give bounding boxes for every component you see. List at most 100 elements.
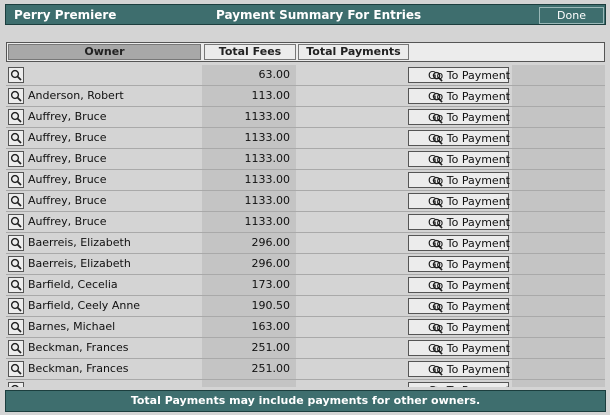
go-to-payment-button[interactable]: Go To Payment bbox=[408, 256, 510, 272]
total-fees-cell: 63.00 bbox=[202, 65, 296, 85]
inspect-button[interactable] bbox=[8, 298, 24, 314]
table-header: Owner Total Fees Total Payments bbox=[6, 42, 605, 62]
go-to-payment-button[interactable]: Go To Payment bbox=[408, 214, 510, 230]
go-to-payment-button[interactable]: Go To Payment bbox=[408, 67, 510, 83]
owner-cell: Anderson, Robert bbox=[28, 89, 124, 102]
inspect-button[interactable] bbox=[8, 172, 24, 188]
go-to-payment-label: Go To Payment bbox=[428, 174, 510, 187]
inspect-button[interactable] bbox=[8, 151, 24, 167]
fees-value: 296.00 bbox=[251, 236, 291, 249]
go-to-payment-button[interactable]: Go To Payment bbox=[408, 130, 510, 146]
fees-value: 1133.00 bbox=[244, 215, 291, 228]
row-filler bbox=[512, 212, 605, 232]
row-filler bbox=[512, 170, 605, 190]
go-to-payment-label: Go To Payment bbox=[428, 342, 510, 355]
column-header-owner[interactable]: Owner bbox=[8, 44, 201, 60]
go-to-payment-label: Go To Payment bbox=[428, 258, 510, 271]
owner-cell: Barfield, Ceely Anne bbox=[28, 299, 141, 312]
go-to-payment-button[interactable]: Go To Payment bbox=[408, 298, 510, 314]
fees-value: 1133.00 bbox=[244, 173, 291, 186]
table-row: Baerreis, Elizabeth 296.00 Go To Payment bbox=[6, 233, 605, 254]
table-row: Auffrey, Bruce 1133.00 Go To Payment bbox=[6, 149, 605, 170]
table-row: Anderson, Robert 113.00 Go To Payment bbox=[6, 86, 605, 107]
fees-value: 251.00 bbox=[251, 341, 291, 354]
row-filler bbox=[512, 380, 605, 387]
go-to-payment-button[interactable]: Go To Payment bbox=[408, 88, 510, 104]
table-row: Beckman, Frances 251.00 Go To Payment bbox=[6, 359, 605, 380]
owner-cell: Auffrey, Bruce bbox=[28, 152, 107, 165]
row-filler bbox=[512, 275, 605, 295]
table-row: Barfield, Cecelia 173.00 Go To Payment bbox=[6, 275, 605, 296]
fees-value: 113.00 bbox=[251, 89, 291, 102]
inspect-button[interactable] bbox=[8, 319, 24, 335]
table-row: Auffrey, Bruce 1133.00 Go To Payment bbox=[6, 191, 605, 212]
table-row: Baerreis, Elizabeth 296.00 Go To Payment bbox=[6, 254, 605, 275]
fees-value: 1133.00 bbox=[244, 152, 291, 165]
owner-cell: Auffrey, Bruce bbox=[28, 173, 107, 186]
go-to-payment-button[interactable]: Go To Payment bbox=[408, 193, 510, 209]
go-to-payment-button[interactable]: Go To Payment bbox=[408, 109, 510, 125]
total-fees-cell: 173.00 bbox=[202, 275, 296, 295]
footer-note: Total Payments may include payments for … bbox=[5, 390, 606, 412]
total-fees-cell: 1133.00 bbox=[202, 128, 296, 148]
total-fees-cell: 163.00 bbox=[202, 317, 296, 337]
go-to-payment-label: Go To Payment bbox=[428, 111, 510, 124]
go-to-payment-label: Go To Payment bbox=[428, 153, 510, 166]
row-filler bbox=[512, 65, 605, 85]
go-to-payment-button[interactable]: Go To Payment bbox=[408, 361, 510, 377]
fees-value: 251.00 bbox=[251, 362, 291, 375]
total-fees-cell: 1133.00 bbox=[202, 212, 296, 232]
inspect-button[interactable] bbox=[8, 361, 24, 377]
inspect-button[interactable] bbox=[8, 109, 24, 125]
total-fees-cell: 1133.00 bbox=[202, 170, 296, 190]
total-fees-cell: 190.50 bbox=[202, 296, 296, 316]
row-filler bbox=[512, 191, 605, 211]
row-filler bbox=[512, 107, 605, 127]
go-to-payment-button[interactable]: Go To Payment bbox=[408, 382, 510, 387]
entries-table[interactable]: 63.00 Go To Payment Anderson, Robert 113.00… bbox=[6, 65, 605, 387]
go-to-payment-button[interactable]: Go To Payment bbox=[408, 172, 510, 188]
go-to-payment-label: Go To Payment bbox=[428, 90, 510, 103]
total-fees-cell: 296.00 bbox=[202, 254, 296, 274]
total-fees-cell: 1133.00 bbox=[202, 107, 296, 127]
column-header-total-fees[interactable]: Total Fees bbox=[204, 44, 296, 60]
fees-value: 1133.00 bbox=[244, 194, 291, 207]
go-to-payment-button[interactable]: Go To Payment bbox=[408, 319, 510, 335]
inspect-button[interactable] bbox=[8, 382, 24, 387]
inspect-button[interactable] bbox=[8, 130, 24, 146]
go-to-payment-button[interactable]: Go To Payment bbox=[408, 235, 510, 251]
inspect-button[interactable] bbox=[8, 277, 24, 293]
go-to-payment-label: Go To Payment bbox=[428, 237, 510, 250]
table-row: Auffrey, Bruce 1133.00 Go To Payment bbox=[6, 107, 605, 128]
go-to-payment-label: Go To Payment bbox=[428, 384, 510, 387]
total-fees-cell: 251.00 bbox=[202, 338, 296, 358]
go-to-payment-label: Go To Payment bbox=[428, 321, 510, 334]
row-filler bbox=[512, 86, 605, 106]
row-filler bbox=[512, 128, 605, 148]
inspect-button[interactable] bbox=[8, 235, 24, 251]
owner-cell: Beckman, Frances bbox=[28, 362, 129, 375]
total-fees-cell: 1133.00 bbox=[202, 149, 296, 169]
row-filler bbox=[512, 359, 605, 379]
owner-cell: Auffrey, Bruce bbox=[28, 215, 107, 228]
total-fees-cell: 251.00 bbox=[202, 359, 296, 379]
table-row: Auffrey, Bruce 1133.00 Go To Payment bbox=[6, 212, 605, 233]
owner-cell: Auffrey, Bruce bbox=[28, 131, 107, 144]
table-row: Barfield, Ceely Anne 190.50 Go To Payment bbox=[6, 296, 605, 317]
app-title: Perry Premiere bbox=[14, 8, 117, 22]
inspect-button[interactable] bbox=[8, 214, 24, 230]
inspect-button[interactable] bbox=[8, 256, 24, 272]
fees-value: 173.00 bbox=[251, 278, 291, 291]
fees-value: 296.00 bbox=[251, 257, 291, 270]
go-to-payment-button[interactable]: Go To Payment bbox=[408, 277, 510, 293]
go-to-payment-button[interactable]: Go To Payment bbox=[408, 340, 510, 356]
table-row: 63.00 Go To Payment bbox=[6, 65, 605, 86]
inspect-button[interactable] bbox=[8, 340, 24, 356]
inspect-button[interactable] bbox=[8, 193, 24, 209]
column-header-total-payments[interactable]: Total Payments bbox=[298, 44, 409, 60]
go-to-payment-label: Go To Payment bbox=[428, 216, 510, 229]
inspect-button[interactable] bbox=[8, 67, 24, 83]
inspect-button[interactable] bbox=[8, 88, 24, 104]
done-button[interactable]: Done bbox=[539, 7, 604, 24]
go-to-payment-button[interactable]: Go To Payment bbox=[408, 151, 510, 167]
